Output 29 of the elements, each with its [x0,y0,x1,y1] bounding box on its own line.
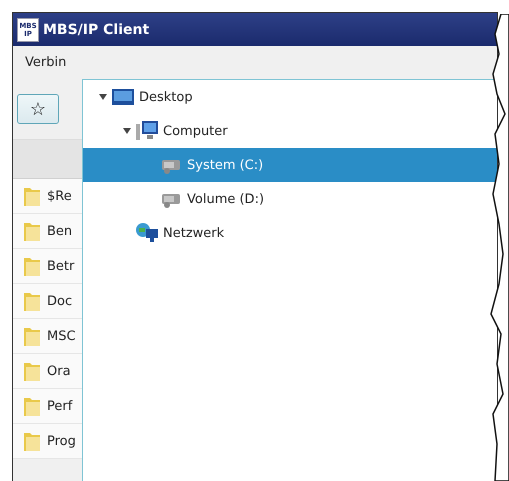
file-name: MSC [47,328,76,344]
folder-icon [23,360,41,382]
file-name: Betr [47,258,74,274]
file-name: Prog [47,434,76,448]
desktop-icon [112,89,134,105]
folder-icon [23,325,41,347]
folder-icon [23,290,41,312]
computer-icon [136,121,158,141]
file-name: $Re [47,188,72,204]
tree-item[interactable]: Volume (D:) [83,182,497,216]
file-name: Perf [47,398,72,414]
window-title: MBS/IP Client [43,22,150,38]
tree-item[interactable]: Computer [83,114,497,148]
file-name: Ora [47,364,71,378]
folder-icon [23,255,41,277]
folder-icon [23,430,41,452]
network-icon [136,223,158,243]
tree-item[interactable]: System (C:) [83,148,497,182]
menu-item[interactable]: Verbin [25,55,66,70]
file-name: Ben [47,224,72,238]
tree-item[interactable]: Netzwerk [83,216,497,250]
file-name: Doc [47,294,72,308]
folder-icon [23,220,41,242]
folder-icon [23,395,41,417]
expand-arrow-icon[interactable] [123,127,131,135]
expand-arrow-icon[interactable] [99,93,107,101]
folder-icon [23,185,41,207]
favorites-button[interactable]: ☆ [17,94,59,124]
tree-item[interactable]: Desktop [83,80,497,114]
